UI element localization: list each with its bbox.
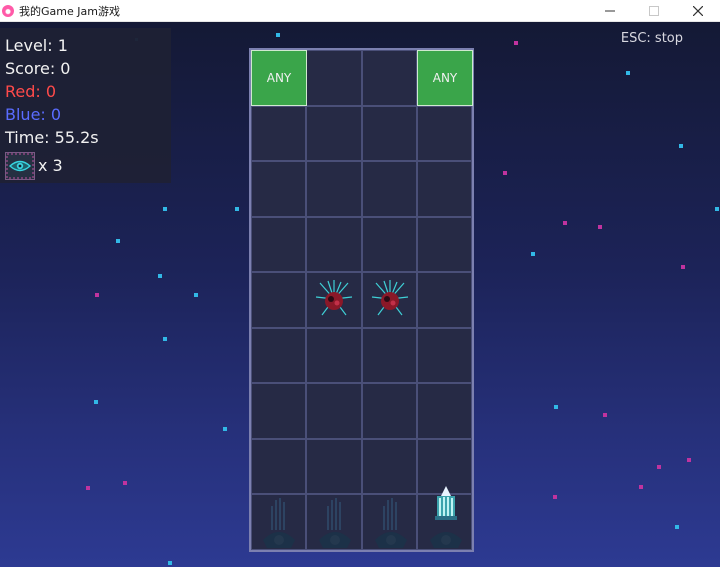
launcher-icon[interactable] [257, 496, 301, 550]
minimize-button[interactable] [588, 0, 632, 22]
board-cell[interactable] [361, 383, 417, 439]
star [563, 221, 567, 225]
board-cell[interactable] [306, 161, 362, 217]
lives-eye-icon [5, 152, 35, 180]
board-cell[interactable] [361, 105, 417, 162]
target-tile-any: ANY [417, 50, 473, 106]
esc-hint: ESC: stop [620, 31, 683, 46]
board-cell[interactable] [416, 105, 472, 162]
score-counter: Score: 0 [5, 59, 71, 78]
star [514, 41, 518, 45]
board-cell[interactable] [306, 105, 362, 162]
board-cell[interactable] [306, 216, 362, 273]
star [687, 458, 691, 462]
board-cell[interactable] [251, 105, 307, 162]
star [158, 274, 162, 278]
star [639, 485, 643, 489]
board-cell[interactable] [306, 438, 362, 495]
close-icon [693, 6, 703, 16]
red-counter: Red: 0 [5, 82, 57, 101]
star [531, 252, 535, 256]
lives-count: x 3 [38, 156, 63, 175]
window-titlebar: 我的Game Jam游戏 [0, 0, 720, 22]
star [168, 561, 172, 565]
game-board[interactable]: ANY ANY [249, 48, 474, 552]
board-cell[interactable] [251, 438, 307, 495]
star [553, 495, 557, 499]
star [95, 293, 99, 297]
maximize-icon [649, 6, 659, 16]
board-cell[interactable] [416, 327, 472, 384]
minimize-icon [605, 10, 615, 12]
star [94, 400, 98, 404]
star [235, 207, 239, 211]
star [123, 481, 127, 485]
board-cell[interactable] [416, 272, 472, 328]
time-counter: Time: 55.2s [5, 128, 99, 147]
board-cell[interactable] [306, 327, 362, 384]
board-cell[interactable] [251, 327, 307, 384]
star [503, 171, 507, 175]
enemy-red-blob-icon [315, 280, 353, 316]
star [657, 465, 661, 469]
star [116, 239, 120, 243]
app-icon [2, 4, 14, 17]
target-tile-any: ANY [251, 50, 307, 106]
star [163, 337, 167, 341]
board-cell[interactable] [361, 161, 417, 217]
game-canvas[interactable]: Level: 1 Score: 0 Red: 0 Blue: 0 Time: 5… [0, 22, 720, 567]
board-cell[interactable] [361, 327, 417, 384]
star [223, 427, 227, 431]
board-cell[interactable] [361, 438, 417, 495]
launcher-icon[interactable] [313, 496, 357, 550]
board-cell[interactable] [251, 383, 307, 439]
player-ship-icon [435, 486, 457, 520]
maximize-button[interactable] [632, 0, 676, 22]
star [626, 71, 630, 75]
star [675, 525, 679, 529]
star [679, 144, 683, 148]
window-controls [588, 0, 720, 22]
board-cell[interactable] [416, 216, 472, 273]
board-cell[interactable] [416, 161, 472, 217]
star [681, 265, 685, 269]
enemy-red-blob-icon [371, 280, 409, 316]
star [163, 207, 167, 211]
hud-panel: Level: 1 Score: 0 Red: 0 Blue: 0 Time: 5… [0, 28, 171, 183]
star [276, 33, 280, 37]
board-cell[interactable] [251, 216, 307, 273]
level-counter: Level: 1 [5, 36, 68, 55]
close-button[interactable] [676, 0, 720, 22]
blue-counter: Blue: 0 [5, 105, 62, 124]
star [86, 486, 90, 490]
board-cell[interactable] [306, 383, 362, 439]
board-cell[interactable] [251, 161, 307, 217]
board-cell[interactable] [251, 272, 307, 328]
board-cell[interactable] [416, 383, 472, 439]
window-title: 我的Game Jam游戏 [19, 4, 120, 18]
board-cell[interactable] [361, 50, 417, 106]
star [715, 207, 719, 211]
star [554, 405, 558, 409]
star [194, 293, 198, 297]
board-cell[interactable] [306, 50, 362, 106]
launcher-icon[interactable] [369, 496, 413, 550]
board-cell[interactable] [361, 216, 417, 273]
star [598, 225, 602, 229]
star [603, 413, 607, 417]
